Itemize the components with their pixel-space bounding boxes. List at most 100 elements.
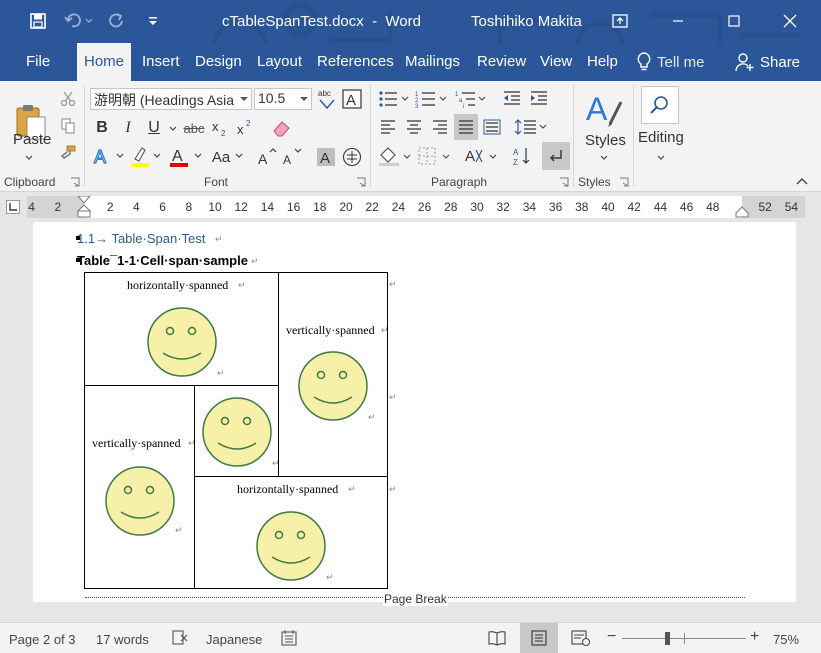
minimize-button[interactable] [660, 8, 696, 34]
language-indicator[interactable]: Japanese [206, 632, 262, 647]
font-name-combo[interactable]: 游明朝 (Headings Asia [90, 88, 252, 110]
highlight-dropdown-icon[interactable] [153, 153, 161, 159]
increase-indent-button[interactable] [527, 88, 551, 110]
align-right-button[interactable] [429, 116, 451, 138]
underline-button[interactable]: U [144, 117, 164, 139]
zoom-slider-thumb[interactable] [665, 632, 670, 645]
document-page[interactable]: 1.1→ Table·Span·Test ↵ Table¯1-1·Cell·sp… [33, 222, 796, 606]
shading-button[interactable] [377, 144, 413, 168]
customize-quick-access-button[interactable] [144, 10, 162, 32]
tab-view[interactable]: View [540, 53, 572, 70]
word-count[interactable]: 17 words [96, 632, 149, 647]
text-effects-button[interactable]: A [92, 145, 114, 169]
smiley-face-image[interactable] [146, 306, 218, 378]
multilevel-list-button[interactable]: 1 a i [454, 88, 488, 110]
highlight-color-button[interactable] [129, 145, 151, 169]
zoom-level[interactable]: 75% [773, 632, 799, 647]
font-color-dropdown-icon[interactable] [194, 153, 202, 159]
bullets-button[interactable] [377, 88, 411, 110]
font-dialog-launcher-icon[interactable] [356, 177, 366, 187]
align-left-button[interactable] [377, 116, 399, 138]
numbering-button[interactable]: 1 2 3 [414, 88, 450, 110]
horizontal-ruler[interactable]: 4 2 2 4 6 8 10 12 14 16 18 20 22 24 26 28 30 32 34 36 38 40 42… [27, 196, 805, 218]
superscript-button[interactable]: x 2 [235, 117, 257, 139]
font-color-button[interactable]: A [168, 145, 190, 169]
paste-dropdown-icon[interactable] [25, 155, 33, 161]
cut-button[interactable] [57, 88, 79, 110]
align-center-button[interactable] [403, 116, 425, 138]
maximize-button[interactable] [716, 8, 752, 34]
sort-button[interactable]: A Z [510, 144, 534, 168]
text-effects-eraser-button[interactable] [270, 117, 294, 139]
distributed-button[interactable] [481, 116, 503, 138]
clipboard-dialog-launcher-icon[interactable] [70, 177, 80, 187]
borders-button[interactable] [416, 144, 452, 168]
proofing-icon[interactable] [171, 629, 189, 647]
underline-dropdown-icon[interactable] [169, 126, 177, 132]
smiley-face-image[interactable] [255, 510, 327, 582]
justify-button[interactable] [454, 114, 478, 140]
macro-record-icon[interactable] [281, 629, 297, 647]
web-layout-icon[interactable] [571, 629, 591, 647]
smiley-face-image[interactable] [297, 350, 369, 422]
editing-dropdown-icon[interactable] [657, 155, 665, 161]
share-label: Share [760, 53, 801, 71]
tab-references[interactable]: References [317, 53, 394, 70]
copy-icon [61, 118, 75, 134]
subscript-button[interactable]: x 2 [210, 117, 232, 139]
line-spacing-button[interactable] [512, 116, 550, 138]
tab-help[interactable]: Help [587, 53, 618, 70]
shrink-font-button[interactable]: A [281, 145, 303, 169]
editing-button[interactable] [641, 86, 679, 124]
indent-markers[interactable] [77, 196, 91, 218]
text-effects-dropdown-icon[interactable] [116, 153, 124, 159]
font-name-dropdown-icon[interactable] [240, 97, 248, 101]
close-button[interactable] [772, 8, 808, 34]
tell-me-box[interactable]: Tell me [637, 52, 705, 72]
read-mode-icon[interactable] [488, 629, 506, 647]
decrease-indent-button[interactable] [500, 88, 524, 110]
asian-layout-button[interactable]: A [462, 144, 500, 168]
grow-font-button[interactable]: A [256, 145, 278, 169]
font-size-dropdown-icon[interactable] [300, 97, 308, 101]
zoom-in-button[interactable]: + [750, 628, 759, 646]
tab-mailings[interactable]: Mailings [405, 53, 460, 70]
italic-button[interactable]: I [118, 117, 138, 139]
undo-button[interactable] [60, 10, 96, 32]
font-case-dropdown-icon[interactable] [235, 153, 243, 159]
change-case-button[interactable]: abc [316, 87, 338, 111]
share-button[interactable]: Share [735, 52, 800, 72]
bold-button[interactable]: B [92, 117, 112, 139]
enclose-characters-button[interactable] [341, 145, 363, 169]
ribbon-display-options-button[interactable] [602, 8, 638, 34]
user-name[interactable]: Toshihiko Makita [471, 13, 582, 30]
tab-file[interactable]: File [26, 53, 50, 70]
show-hide-marks-button[interactable] [542, 142, 570, 170]
tab-review[interactable]: Review [477, 53, 526, 70]
print-layout-button[interactable] [520, 623, 558, 653]
smiley-face-image[interactable] [104, 465, 176, 537]
styles-dropdown-icon[interactable] [600, 155, 608, 161]
clear-formatting-button[interactable]: A [341, 88, 363, 110]
collapse-ribbon-icon[interactable] [796, 177, 808, 185]
tab-selector[interactable] [6, 200, 20, 214]
copy-button[interactable] [57, 115, 79, 137]
character-shading-button[interactable]: A [315, 145, 337, 169]
format-painter-button[interactable] [57, 142, 79, 164]
redo-button[interactable] [106, 10, 128, 32]
tab-layout[interactable]: Layout [257, 53, 302, 70]
tab-home[interactable]: Home [77, 43, 132, 81]
save-button[interactable] [26, 10, 50, 32]
strikethrough-button[interactable]: abc [182, 117, 206, 139]
tab-design[interactable]: Design [195, 53, 242, 70]
font-case-button[interactable]: Aa [207, 145, 235, 169]
font-size-combo[interactable]: 10.5 [254, 88, 312, 110]
smiley-face-image[interactable] [201, 396, 273, 468]
page-count[interactable]: Page 2 of 3 [9, 632, 76, 647]
paragraph-dialog-launcher-icon[interactable] [559, 177, 569, 187]
styles-gallery-button[interactable]: A [582, 87, 626, 135]
tab-insert[interactable]: Insert [142, 53, 180, 70]
right-indent-marker[interactable] [735, 206, 749, 218]
zoom-out-button[interactable]: − [607, 628, 616, 646]
styles-dialog-launcher-icon[interactable] [619, 177, 629, 187]
